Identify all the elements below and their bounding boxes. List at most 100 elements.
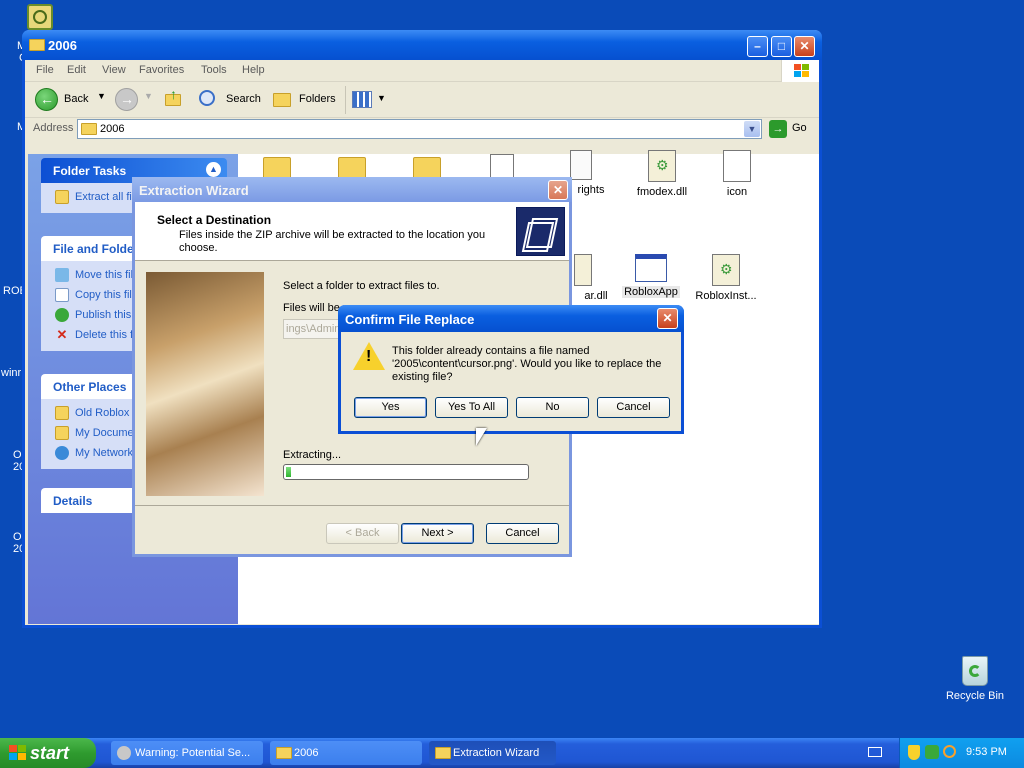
menu-edit[interactable]: Edit (67, 64, 86, 76)
folder-icon (435, 747, 451, 759)
wizard-next-button[interactable]: Next > (401, 523, 474, 544)
gear-icon (117, 746, 131, 760)
keyboard-icon[interactable] (868, 747, 882, 757)
minimize-icon: – (754, 39, 761, 53)
wizard-title: Extraction Wizard (139, 183, 249, 198)
yes-to-all-button[interactable]: Yes To All (435, 397, 508, 418)
clock[interactable]: 9:53 PM (966, 746, 1007, 758)
folders-icon (273, 93, 291, 107)
recycle-bin-icon (962, 656, 988, 686)
address-input[interactable]: 2006 ▼ (77, 119, 762, 139)
desktop-shortcut-icon[interactable] (27, 4, 53, 30)
explorer-titlebar[interactable]: 2006 – □ ✕ (22, 30, 822, 60)
views-icon (352, 91, 372, 108)
no-button[interactable]: No (516, 397, 589, 418)
confirm-title: Confirm File Replace (345, 312, 475, 327)
folder-icon[interactable] (338, 157, 366, 179)
address-label: Address (33, 122, 74, 134)
file-item[interactable]: RobloxApp (613, 254, 689, 298)
back-button[interactable]: ← Back ▼ (35, 88, 107, 112)
go-label: Go (792, 122, 807, 134)
menu-file[interactable]: File (36, 64, 54, 76)
confirm-titlebar[interactable]: Confirm File Replace ✕ (338, 305, 684, 332)
file-label: ar.dll (584, 290, 608, 302)
menu-tools[interactable]: Tools (201, 64, 227, 76)
close-icon: ✕ (662, 311, 673, 325)
recycle-bin[interactable]: Recycle Bin (940, 656, 1010, 702)
search-button[interactable]: Search (199, 88, 265, 112)
wizard-close-button[interactable]: ✕ (548, 180, 568, 200)
network-icon[interactable] (925, 745, 939, 759)
wizard-header: Select a Destination Files inside the ZI… (135, 202, 569, 261)
collapse-chevron-icon[interactable]: ▲ (206, 162, 221, 177)
folder-icon (81, 123, 97, 135)
close-button[interactable]: ✕ (794, 36, 815, 57)
yes-button[interactable]: Yes (354, 397, 427, 418)
wizard-titlebar[interactable]: Extraction Wizard ✕ (132, 177, 572, 202)
wizard-side-image (146, 272, 264, 496)
folder-icon[interactable] (263, 157, 291, 179)
wizard-subheading: Files inside the ZIP archive will be ext… (179, 229, 486, 254)
folder-icon[interactable] (413, 157, 441, 179)
forward-button[interactable]: → (115, 88, 138, 111)
address-dropdown-button[interactable]: ▼ (744, 121, 760, 137)
search-icon[interactable] (943, 745, 956, 758)
taskbar-item-warning[interactable]: Warning: Potential Se... (111, 741, 263, 765)
folders-button[interactable]: Folders (270, 88, 340, 112)
menu-view[interactable]: View (102, 64, 126, 76)
start-button[interactable]: start (0, 738, 96, 768)
cancel-button[interactable]: Cancel (597, 397, 670, 418)
menu-favorites[interactable]: Favorites (139, 64, 184, 76)
file-label: icon (726, 186, 748, 198)
file-item[interactable]: icon (699, 150, 775, 198)
place-label: My Documen (75, 427, 140, 439)
place-label: Old Roblox 2 (75, 407, 139, 419)
zip-folder-icon (55, 406, 69, 421)
folder-icon (276, 747, 292, 759)
confirm-file-replace-dialog: Confirm File Replace ✕ ! This folder alr… (338, 305, 684, 434)
close-icon: ✕ (552, 183, 564, 197)
address-value: 2006 (100, 123, 125, 135)
taskbar-item-extraction-wizard[interactable]: Extraction Wizard (429, 741, 556, 765)
close-icon: ✕ (799, 39, 810, 53)
windows-logo-icon (781, 60, 819, 82)
dropdown-arrow-icon: ▼ (377, 93, 386, 103)
dropdown-arrow-icon: ▼ (144, 91, 153, 101)
file-label: rights (577, 184, 605, 196)
windows-flag-icon (9, 745, 26, 761)
wizard-back-button[interactable]: < Back (326, 523, 399, 544)
folders-label: Folders (299, 93, 336, 105)
mouse-cursor-icon (476, 428, 487, 446)
toolbar-separator (345, 86, 346, 114)
dropdown-arrow-icon[interactable]: ▼ (97, 91, 106, 101)
wizard-cancel-button[interactable]: Cancel (486, 523, 559, 544)
maximize-button[interactable]: □ (771, 36, 792, 57)
dll-file-icon (574, 254, 592, 286)
warning-icon: ! (353, 342, 385, 370)
system-tray: 9:53 PM (899, 738, 1024, 768)
shield-icon[interactable] (908, 745, 920, 760)
confirm-message-line: '2005\content\cursor.png'. Would you lik… (392, 358, 662, 370)
task-label: Copy this fil (75, 289, 132, 301)
menu-help[interactable]: Help (242, 64, 265, 76)
taskbar-item-label: Extraction Wizard (453, 747, 540, 759)
destination-path-input[interactable]: ings\Admin (283, 319, 345, 339)
file-item[interactable]: ⚙ RobloxInst... (686, 254, 766, 302)
select-folder-label: Select a folder to extract files to. (283, 280, 440, 292)
files-will-be-label: Files will be (283, 302, 340, 314)
back-arrow-icon: ← (35, 88, 58, 111)
task-label: Delete this f (75, 329, 134, 341)
confirm-message-line: This folder already contains a file name… (392, 345, 590, 357)
confirm-close-button[interactable]: ✕ (657, 308, 678, 329)
address-bar: Address 2006 ▼ → Go (25, 118, 819, 140)
recycle-bin-label: Recycle Bin (945, 690, 1005, 702)
go-button[interactable]: → Go (769, 119, 817, 139)
taskbar-item-2006[interactable]: 2006 (270, 741, 422, 765)
desktop-label-partial[interactable]: winr (1, 367, 21, 379)
wizard-separator (135, 505, 569, 506)
extracting-label: Extracting... (283, 449, 342, 461)
minimize-button[interactable]: – (747, 36, 768, 57)
views-button[interactable]: ▼ (352, 89, 390, 111)
file-item[interactable]: ⚙ fmodex.dll (624, 150, 700, 198)
up-folder-button[interactable]: ↑ (165, 86, 185, 110)
